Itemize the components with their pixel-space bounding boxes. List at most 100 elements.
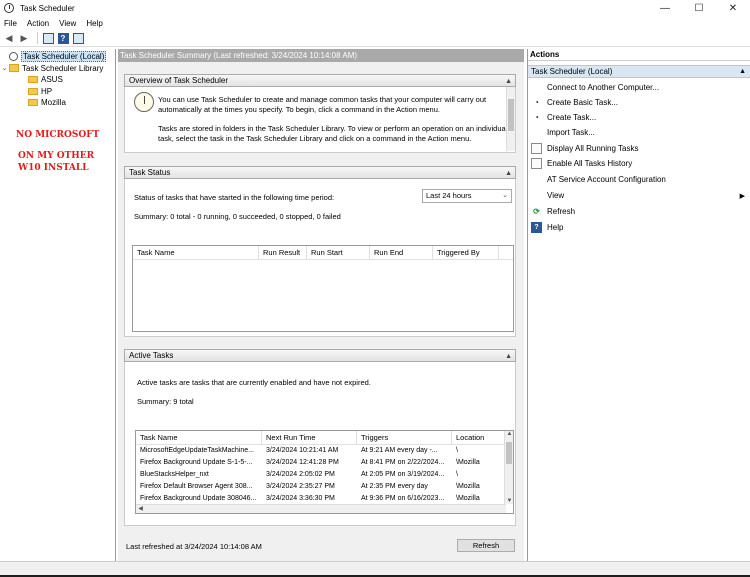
tree-item-local[interactable]: Task Scheduler (Local)	[0, 51, 115, 63]
action-label: Create Task...	[547, 113, 597, 122]
folder-icon	[28, 87, 38, 95]
actions-group-header[interactable]: Task Scheduler (Local) ▲	[528, 65, 750, 78]
overview-paragraph-2: Tasks are stored in folders in the Task …	[158, 124, 508, 143]
submenu-arrow-icon: ▶	[739, 192, 745, 200]
tree-item-library[interactable]: ⌄ Task Scheduler Library	[0, 63, 115, 75]
collapse-icon[interactable]: ▲	[505, 168, 512, 179]
action-import-task[interactable]: Import Task...	[531, 126, 749, 139]
action-view[interactable]: View ▶	[531, 189, 749, 202]
location-cell: \Mozilla	[456, 483, 480, 490]
active-tasks-horizontal-scrollbar[interactable]: ◀	[136, 504, 506, 513]
task-status-grid[interactable]: Task Name Run Result Run Start Run End T…	[132, 245, 514, 332]
menu-bar: File Action View Help	[0, 16, 750, 30]
active-tasks-section-header[interactable]: Active Tasks ▲	[124, 349, 516, 362]
menu-view[interactable]: View	[59, 19, 76, 28]
next-run-cell: 3/24/2024 2:35:27 PM	[266, 483, 335, 490]
close-button[interactable]: ✕	[716, 0, 750, 16]
title-bar: Task Scheduler — ☐ ✕	[0, 0, 750, 16]
action-connect[interactable]: Connect to Another Computer...	[531, 81, 749, 94]
table-row[interactable]: MicrosoftEdgeUpdateTaskMachine... 3/24/2…	[136, 445, 513, 457]
scrollbar-thumb[interactable]	[508, 99, 514, 131]
action-label: Display All Running Tasks	[547, 144, 639, 153]
next-run-cell: 3/24/2024 3:36:30 PM	[266, 495, 335, 501]
scroll-down-icon[interactable]: ▼	[505, 498, 513, 504]
task-scheduler-icon	[4, 3, 14, 13]
table-row[interactable]: Firefox Background Update 308046... 3/24…	[136, 493, 513, 501]
table-row[interactable]: BlueStacksHelper_nxt 3/24/2024 2:05:02 P…	[136, 469, 513, 481]
action-label: Connect to Another Computer...	[547, 83, 660, 92]
menu-action[interactable]: Action	[27, 19, 49, 28]
action-refresh[interactable]: ⟳ Refresh	[531, 205, 749, 218]
column-run-result[interactable]: Run Result	[259, 246, 307, 259]
toolbar-separator	[37, 32, 38, 44]
last-refreshed-text: Last refreshed at 3/24/2024 10:14:08 AM	[126, 542, 262, 551]
overview-section-header[interactable]: Overview of Task Scheduler ▲	[124, 74, 516, 87]
show-hide-console-tree-icon[interactable]	[42, 32, 54, 44]
column-triggered-by[interactable]: Triggered By	[433, 246, 499, 259]
collapse-icon[interactable]: ▲	[739, 66, 746, 78]
chevron-down-icon[interactable]: ⌄	[0, 64, 9, 72]
table-row[interactable]: Firefox Background Update S-1-5-... 3/24…	[136, 457, 513, 469]
refresh-button[interactable]: Refresh	[457, 539, 515, 552]
action-enable-history[interactable]: Enable All Tasks History	[531, 157, 749, 170]
collapse-icon[interactable]: ▲	[505, 351, 512, 362]
maximize-button[interactable]: ☐	[682, 0, 716, 16]
action-display-running-tasks[interactable]: Display All Running Tasks	[531, 142, 749, 155]
column-task-name[interactable]: Task Name	[133, 246, 259, 259]
column-triggers[interactable]: Triggers	[357, 431, 452, 444]
action-create-task[interactable]: ◔ Create Task...	[531, 111, 749, 124]
back-arrow-icon[interactable]: ◀	[3, 32, 15, 44]
scroll-left-icon[interactable]: ◀	[136, 505, 145, 512]
section-title: Task Status	[129, 168, 171, 177]
scroll-up-icon[interactable]: ▲	[505, 431, 513, 437]
task-status-section-header[interactable]: Task Status ▲	[124, 166, 516, 179]
tree-item-label: Mozilla	[41, 98, 66, 108]
forward-arrow-icon[interactable]: ▶	[18, 32, 30, 44]
menu-file[interactable]: File	[4, 19, 17, 28]
actions-title: Actions	[528, 49, 750, 61]
help-icon: ?	[531, 222, 542, 233]
column-location[interactable]: Location	[452, 431, 506, 444]
chevron-down-icon: ⌄	[502, 192, 508, 199]
location-cell: \Mozilla	[456, 459, 480, 466]
table-row[interactable]: Firefox Default Browser Agent 308... 3/2…	[136, 481, 513, 493]
location-cell: \	[456, 471, 458, 478]
folder-icon	[28, 76, 38, 84]
section-title: Active Tasks	[129, 351, 174, 360]
action-label: Create Basic Task...	[547, 98, 618, 107]
active-tasks-summary: Summary: 9 total	[137, 397, 194, 406]
active-tasks-vertical-scrollbar[interactable]: ▲ ▼	[504, 431, 513, 504]
dropdown-value: Last 24 hours	[426, 191, 472, 200]
overview-scrollbar[interactable]	[506, 87, 515, 151]
tree-item-hp[interactable]: HP	[0, 86, 115, 98]
menu-help[interactable]: Help	[86, 19, 102, 28]
column-run-start[interactable]: Run Start	[307, 246, 370, 259]
tree-item-asus[interactable]: ASUS	[0, 74, 115, 86]
triggers-cell: At 2:05 PM on 3/19/2024...	[361, 471, 445, 478]
active-tasks-section-body: Active tasks are tasks that are currentl…	[124, 362, 516, 526]
show-action-pane-icon[interactable]	[72, 32, 84, 44]
action-help[interactable]: ? Help	[531, 221, 749, 234]
section-title: Overview of Task Scheduler	[129, 76, 229, 85]
status-period-dropdown[interactable]: Last 24 hours ⌄	[422, 189, 512, 203]
minimize-button[interactable]: —	[648, 0, 682, 16]
action-at-service-account[interactable]: AT Service Account Configuration	[531, 173, 749, 186]
task-name-cell: BlueStacksHelper_nxt	[140, 471, 209, 478]
scrollbar-thumb[interactable]	[506, 442, 512, 464]
next-run-cell: 3/24/2024 10:21:41 AM	[266, 447, 339, 454]
blank-icon	[531, 127, 542, 138]
action-create-basic-task[interactable]: ◔ Create Basic Task...	[531, 96, 749, 109]
help-icon[interactable]: ?	[57, 32, 69, 44]
tree-item-label: Task Scheduler Library	[22, 63, 104, 73]
folder-icon	[28, 99, 38, 107]
column-run-end[interactable]: Run End	[370, 246, 433, 259]
triggers-cell: At 9:21 AM every day -...	[361, 447, 438, 454]
new-task-icon: ◔	[534, 113, 539, 122]
column-next-run-time[interactable]: Next Run Time	[262, 431, 357, 444]
tree-item-mozilla[interactable]: Mozilla	[0, 97, 115, 109]
history-icon	[531, 158, 542, 169]
active-tasks-grid[interactable]: Task Name Next Run Time Triggers Locatio…	[135, 430, 514, 514]
column-task-name[interactable]: Task Name	[136, 431, 262, 444]
task-name-cell: MicrosoftEdgeUpdateTaskMachine...	[140, 447, 254, 454]
collapse-icon[interactable]: ▲	[505, 76, 512, 87]
